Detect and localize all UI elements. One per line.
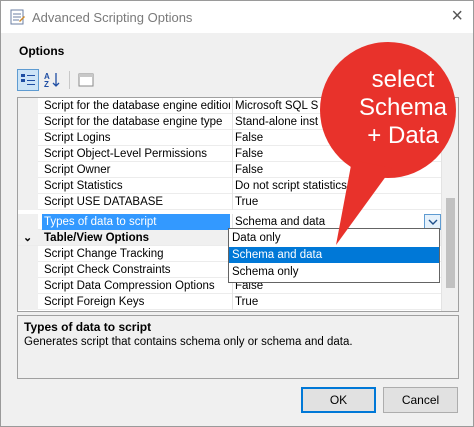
- property-name: Script for the database engine type: [44, 116, 223, 128]
- property-grid-toolbar: A Z: [17, 69, 97, 93]
- property-name: Script Foreign Keys: [44, 296, 145, 308]
- property-name: Script for the database engine edition: [44, 100, 230, 112]
- property-row[interactable]: Script Foreign Keys True: [18, 294, 442, 310]
- property-row[interactable]: Script Owner False: [18, 162, 442, 178]
- options-heading: Options: [19, 44, 65, 58]
- description-panel: Types of data to script Generates script…: [17, 315, 459, 379]
- property-value[interactable]: Stand-alone inst: [232, 114, 442, 130]
- script-icon: [9, 8, 27, 26]
- title-bar: Advanced Scripting Options ×: [1, 1, 473, 33]
- property-name: Script Statistics: [44, 180, 123, 192]
- property-value[interactable]: True: [232, 294, 442, 310]
- property-name: Types of data to script: [42, 214, 230, 230]
- vertical-scrollbar[interactable]: [441, 98, 458, 311]
- property-row[interactable]: Script for the database engine type Stan…: [18, 114, 442, 130]
- property-row[interactable]: Script Object-Level Permissions False: [18, 146, 442, 162]
- scrollbar-thumb[interactable]: [446, 198, 455, 288]
- description-text: Generates script that contains schema on…: [24, 336, 353, 348]
- categorized-view-icon[interactable]: [17, 69, 39, 91]
- dropdown-option-data-only[interactable]: Data only: [229, 230, 439, 246]
- dropdown-option-schema-and-data[interactable]: Schema and data: [229, 247, 439, 263]
- property-row[interactable]: Script Statistics Do not script statisti…: [18, 178, 442, 194]
- property-row[interactable]: Script Logins False: [18, 130, 442, 146]
- property-value[interactable]: True: [232, 194, 442, 210]
- dropdown-option-schema-only[interactable]: Schema only: [229, 264, 439, 280]
- property-value[interactable]: Microsoft SQL S: [232, 98, 442, 114]
- property-name: Script USE DATABASE: [44, 196, 164, 208]
- property-value[interactable]: False: [232, 130, 442, 146]
- property-name: Script Check Constraints: [44, 264, 171, 276]
- category-label: Table/View Options: [44, 232, 150, 244]
- property-pages-icon[interactable]: [75, 69, 97, 91]
- property-row[interactable]: Script USE DATABASE True: [18, 194, 442, 210]
- alphabetical-sort-icon[interactable]: A Z: [41, 69, 63, 91]
- property-name: Script Owner: [44, 164, 111, 176]
- svg-text:Z: Z: [44, 80, 49, 89]
- cancel-button[interactable]: Cancel: [383, 387, 458, 413]
- window-title: Advanced Scripting Options: [32, 10, 193, 25]
- ok-button[interactable]: OK: [301, 387, 376, 413]
- types-of-data-dropdown-list: Data only Schema and data Schema only: [228, 228, 440, 283]
- property-value[interactable]: False: [232, 146, 442, 162]
- close-icon[interactable]: ×: [451, 4, 463, 28]
- description-title: Types of data to script: [24, 320, 152, 334]
- property-value[interactable]: False: [232, 162, 442, 178]
- toolbar-separator: [69, 71, 70, 89]
- advanced-scripting-options-dialog: Advanced Scripting Options × Options A Z: [0, 0, 474, 427]
- property-row[interactable]: Script for the database engine edition M…: [18, 98, 442, 114]
- property-name: Script Change Tracking: [44, 248, 164, 260]
- property-name: Script Object-Level Permissions: [44, 148, 207, 160]
- collapse-chevron-icon[interactable]: ⌄: [23, 230, 32, 246]
- property-value[interactable]: Do not script statistics: [232, 178, 442, 194]
- property-name: Script Data Compression Options: [44, 280, 215, 292]
- chevron-down-icon: [428, 219, 437, 225]
- property-name: Script Logins: [44, 132, 111, 144]
